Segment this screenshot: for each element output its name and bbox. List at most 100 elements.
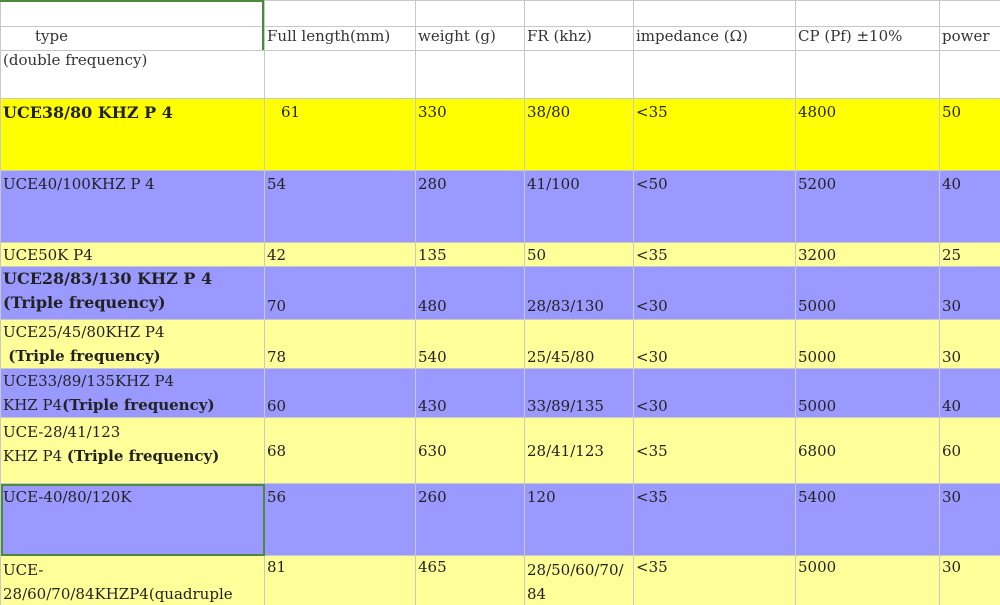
cell-type-selected[interactable]: UCE-40/80/120K — [0, 483, 265, 556]
cell-blank[interactable] — [264, 0, 416, 27]
cell-blank[interactable] — [939, 50, 1000, 99]
cell-cp[interactable]: 5200 — [795, 170, 940, 243]
cell-power[interactable]: 30 — [939, 319, 1000, 369]
cell-length[interactable]: 70 — [264, 266, 416, 320]
header-type[interactable]: type — [0, 26, 265, 51]
cell-power[interactable]: 50 — [939, 98, 1000, 171]
cell-fr[interactable]: 38/80 — [524, 98, 634, 171]
cell-type[interactable]: UCE40/100KHZ P 4 — [0, 170, 265, 243]
header-power[interactable]: power — [939, 26, 1000, 51]
cell-type[interactable]: UCE38/80 KHZ P 4 — [0, 98, 265, 171]
cell-length[interactable]: 78 — [264, 319, 416, 369]
cell-length[interactable]: 54 — [264, 170, 416, 243]
cell-power[interactable]: 30 — [939, 555, 1000, 605]
cell-power[interactable]: 30 — [939, 483, 1000, 556]
cell-blank[interactable] — [633, 0, 796, 27]
cell-fr[interactable]: 28/50/60/70/84 — [524, 555, 634, 605]
cell-blank[interactable] — [264, 50, 416, 99]
cell-weight[interactable]: 135 — [415, 242, 525, 267]
cell-cp[interactable]: 3200 — [795, 242, 940, 267]
type-note: (Triple frequency) — [66, 447, 220, 465]
cell-cp[interactable]: 6800 — [795, 417, 940, 484]
table-row: UCE28/83/130 KHZ P 4 (Triple frequency) … — [0, 266, 1000, 320]
type-line: UCE-28/41/123 — [3, 423, 121, 441]
header-cp[interactable]: CP (Pf) ±10% — [795, 26, 940, 51]
cell-weight[interactable]: 480 — [415, 266, 525, 320]
header-weight[interactable]: weight (g) — [415, 26, 525, 51]
cell-length[interactable]: 42 — [264, 242, 416, 267]
cell-weight[interactable]: 430 — [415, 368, 525, 418]
cell-blank[interactable] — [0, 0, 265, 27]
table-row: UCE38/80 KHZ P 4 61 330 38/80 <35 4800 5… — [0, 98, 1000, 171]
cell-weight[interactable]: 630 — [415, 417, 525, 484]
cell-cp[interactable]: 5000 — [795, 368, 940, 418]
cell-impedance[interactable]: <30 — [633, 319, 796, 369]
cell-type[interactable]: UCE28/83/130 KHZ P 4 (Triple frequency) — [0, 266, 265, 320]
cell-power[interactable]: 40 — [939, 368, 1000, 418]
cell-blank[interactable] — [415, 0, 525, 27]
cell-type[interactable]: UCE33/89/135KHZ P4 KHZ P4(Triple frequen… — [0, 368, 265, 418]
cell-length[interactable]: 61 — [264, 98, 416, 171]
cell-cp[interactable]: 5000 — [795, 555, 940, 605]
header-impedance[interactable]: impedance (Ω) — [633, 26, 796, 51]
cell-weight[interactable]: 260 — [415, 483, 525, 556]
cell-weight[interactable]: 465 — [415, 555, 525, 605]
cell-blank[interactable] — [415, 50, 525, 99]
cell-length[interactable]: 68 — [264, 417, 416, 484]
cell-blank[interactable] — [524, 0, 634, 27]
cell-length[interactable]: 56 — [264, 483, 416, 556]
cell-impedance[interactable]: <35 — [633, 417, 796, 484]
cell-impedance[interactable]: <35 — [633, 555, 796, 605]
cell-fr[interactable]: 41/100 — [524, 170, 634, 243]
table-row: UCE40/100KHZ P 4 54 280 41/100 <50 5200 … — [0, 170, 1000, 243]
cell-fr[interactable]: 120 — [524, 483, 634, 556]
cell-weight[interactable]: 280 — [415, 170, 525, 243]
cell-fr[interactable]: 25/45/80 — [524, 319, 634, 369]
header-row-top — [0, 0, 1000, 27]
cell-cp[interactable]: 4800 — [795, 98, 940, 171]
type-suffix: KHZ P4 — [3, 447, 67, 465]
cell-blank[interactable] — [524, 50, 634, 99]
header-full-length[interactable]: Full length(mm) — [264, 26, 416, 51]
cell-type[interactable]: UCE25/45/80KHZ P4 (Triple frequency) — [0, 319, 265, 369]
cell-fr[interactable]: 28/83/130 — [524, 266, 634, 320]
type-line: UCE33/89/135KHZ P4 — [3, 372, 175, 390]
cell-type[interactable]: UCE- 28/60/70/84KHZP4(quadruple — [0, 555, 265, 605]
cell-blank[interactable] — [939, 0, 1000, 27]
type-suffix: KHZ P4 — [3, 396, 63, 414]
type-note: (Triple frequency) — [3, 347, 161, 365]
type-line-2: 28/60/70/84KHZP4(quadruple — [3, 585, 233, 603]
cell-fr[interactable]: 33/89/135 — [524, 368, 634, 418]
selection-border-right — [262, 0, 264, 50]
cell-power[interactable]: 30 — [939, 266, 1000, 320]
cell-impedance[interactable]: <50 — [633, 170, 796, 243]
cell-weight[interactable]: 540 — [415, 319, 525, 369]
cell-blank[interactable] — [633, 50, 796, 99]
cell-fr[interactable]: 28/41/123 — [524, 417, 634, 484]
cell-impedance[interactable]: <35 — [633, 483, 796, 556]
cell-impedance[interactable]: <35 — [633, 98, 796, 171]
cell-type[interactable]: UCE50K P4 — [0, 242, 265, 267]
cell-type[interactable]: UCE-28/41/123 KHZ P4 (Triple frequency) — [0, 417, 265, 484]
cell-impedance[interactable]: <30 — [633, 368, 796, 418]
cell-cp[interactable]: 5400 — [795, 483, 940, 556]
cell-blank[interactable] — [795, 50, 940, 99]
cell-blank[interactable] — [795, 0, 940, 27]
cell-impedance[interactable]: <30 — [633, 266, 796, 320]
cell-length[interactable]: 60 — [264, 368, 416, 418]
type-line: UCE25/45/80KHZ P4 — [3, 323, 165, 341]
cell-impedance[interactable]: <35 — [633, 242, 796, 267]
cell-power[interactable]: 40 — [939, 170, 1000, 243]
cell-cp[interactable]: 5000 — [795, 266, 940, 320]
header-type-sub[interactable]: (double frequency) — [0, 50, 265, 99]
table-row: UCE-28/41/123 KHZ P4 (Triple frequency) … — [0, 417, 1000, 484]
cell-cp[interactable]: 5000 — [795, 319, 940, 369]
cell-power[interactable]: 25 — [939, 242, 1000, 267]
cell-fr[interactable]: 50 — [524, 242, 634, 267]
cell-length[interactable]: 81 — [264, 555, 416, 605]
header-row-sub: (double frequency) — [0, 50, 1000, 99]
product-spec-table: type Full length(mm) weight (g) FR (khz)… — [0, 0, 1000, 605]
cell-power[interactable]: 60 — [939, 417, 1000, 484]
header-fr[interactable]: FR (khz) — [524, 26, 634, 51]
cell-weight[interactable]: 330 — [415, 98, 525, 171]
